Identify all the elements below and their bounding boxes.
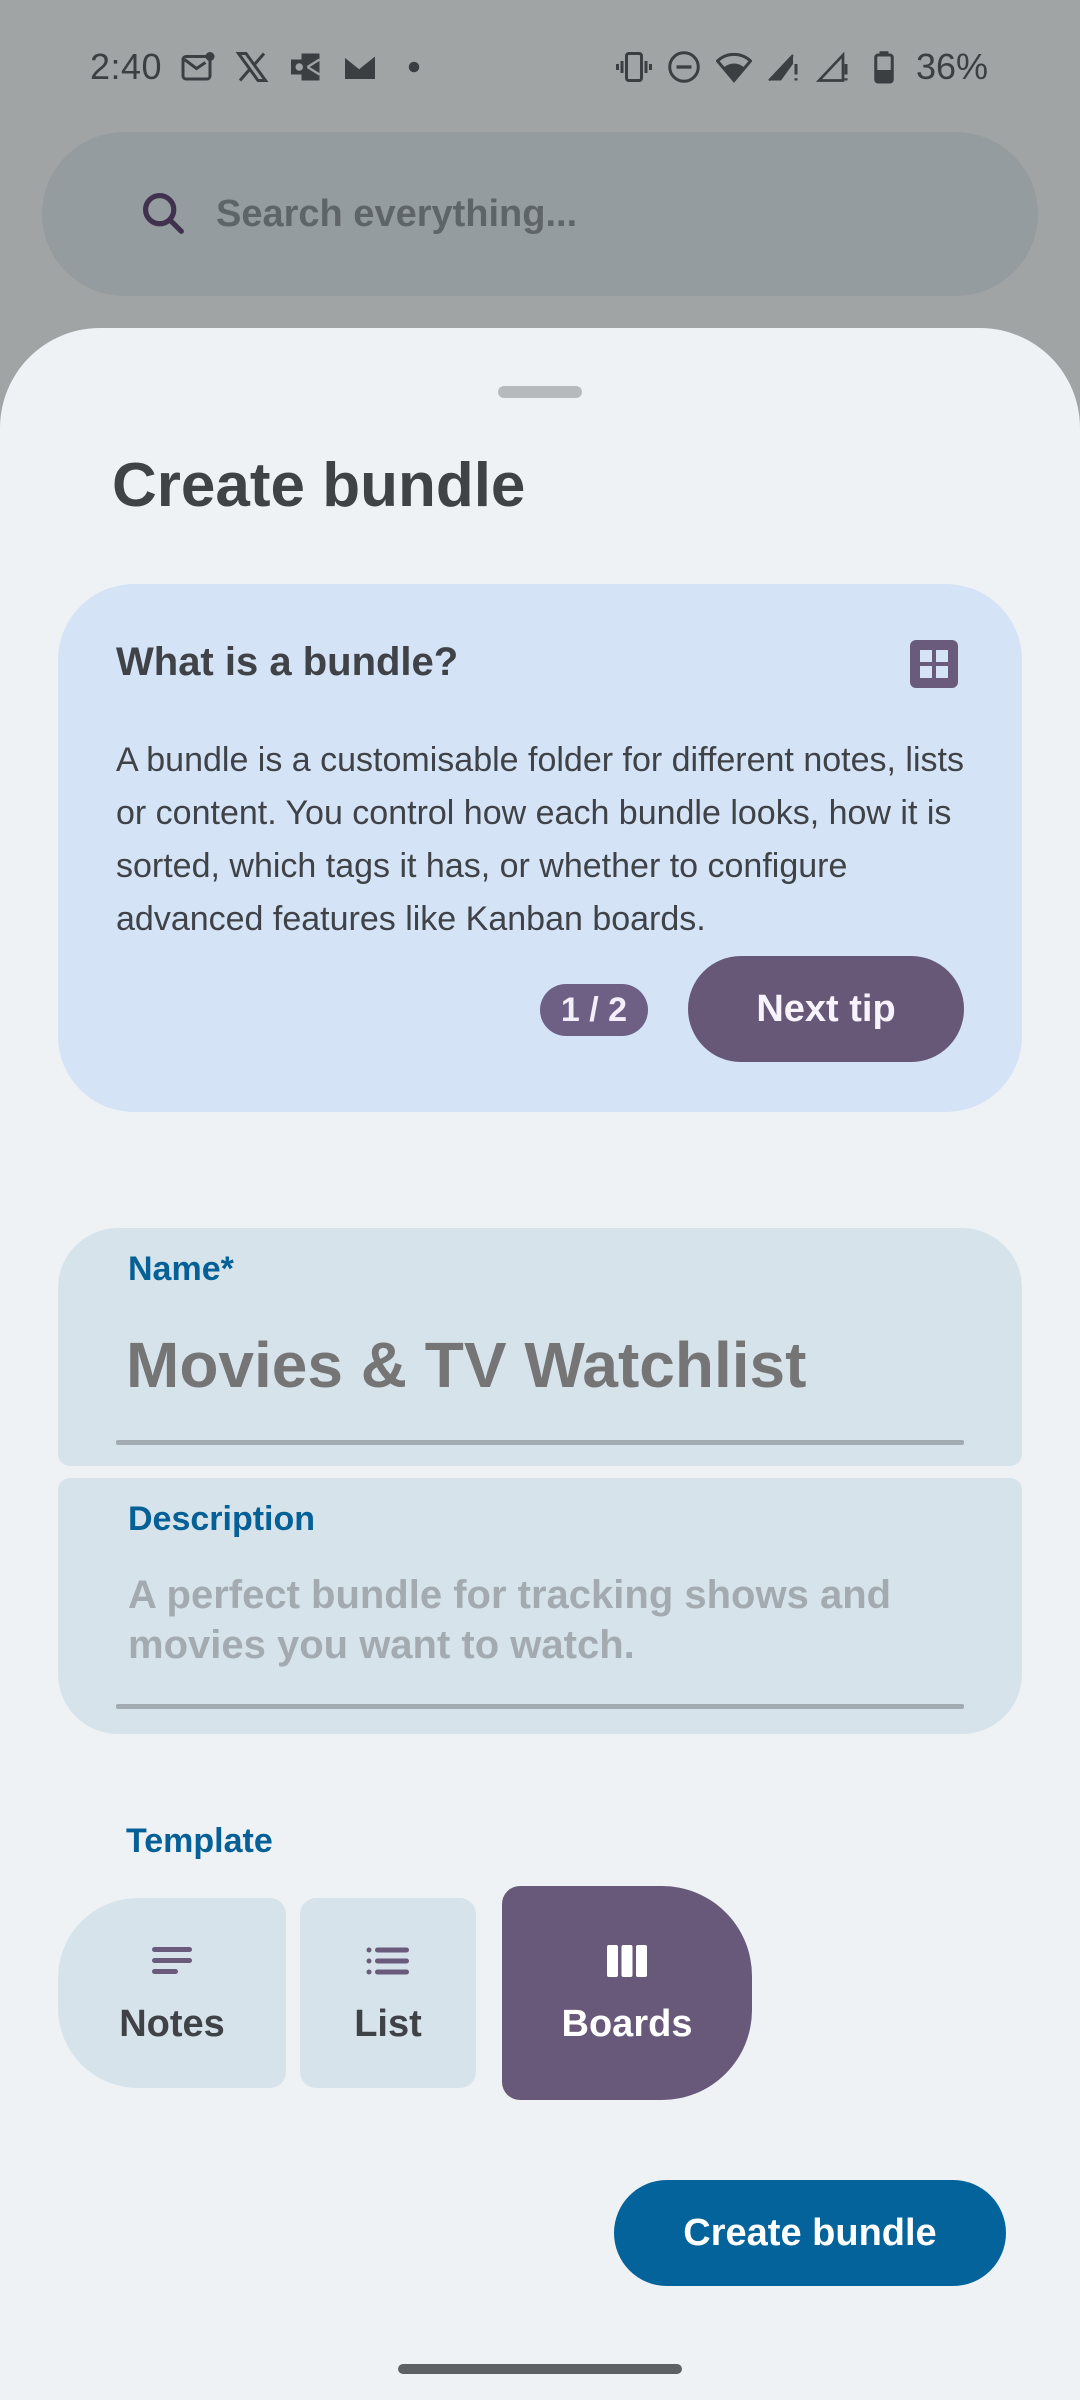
battery-icon: [866, 49, 902, 85]
signal-sim2-icon: [815, 49, 852, 85]
template-option-notes[interactable]: Notes: [58, 1898, 286, 2088]
list-icon: [364, 1941, 412, 1981]
tip-body: A bundle is a customisable folder for di…: [116, 741, 964, 938]
template-option-list[interactable]: List: [300, 1898, 476, 2088]
boards-icon: [603, 1941, 651, 1981]
tip-counter-badge: 1 / 2: [540, 984, 648, 1036]
mail-notification-icon: [180, 49, 216, 85]
status-bar-left: 2:40: [90, 42, 432, 92]
do-not-disturb-icon: [666, 49, 702, 85]
status-bar: 2:40 36%: [0, 0, 1080, 135]
x-twitter-icon: [234, 49, 270, 85]
outlook-icon: [288, 49, 324, 85]
drag-handle[interactable]: [498, 386, 582, 398]
search-bar[interactable]: Search everything...: [42, 132, 1038, 296]
template-option-label: List: [354, 2002, 422, 2045]
description-field-underline: [116, 1704, 964, 1709]
grid-icon: [910, 640, 958, 688]
template-label: Template: [126, 1822, 273, 1860]
more-dot-icon: [396, 49, 432, 85]
name-input[interactable]: [126, 1328, 956, 1402]
tip-title: What is a bundle?: [116, 640, 459, 684]
search-icon: [138, 188, 190, 240]
signal-sim1-icon: [766, 49, 802, 85]
template-option-label: Notes: [119, 2002, 225, 2045]
notes-icon: [148, 1941, 196, 1981]
tip-card: What is a bundle? A bundle is a customis…: [58, 584, 1022, 1112]
name-field[interactable]: Name*: [58, 1228, 1022, 1466]
wifi-icon: [715, 49, 752, 85]
create-bundle-button[interactable]: Create bundle: [614, 2180, 1006, 2286]
sheet-title: Create bundle: [112, 451, 526, 520]
next-tip-button[interactable]: Next tip: [688, 956, 964, 1062]
name-field-label: Name*: [128, 1250, 234, 1288]
description-field[interactable]: Description A perfect bundle for trackin…: [58, 1478, 1022, 1734]
description-field-label: Description: [128, 1500, 316, 1538]
home-indicator[interactable]: [398, 2364, 682, 2374]
search-placeholder: Search everything...: [216, 192, 578, 235]
status-time: 2:40: [90, 46, 163, 87]
gmail-icon: [342, 49, 378, 85]
description-input[interactable]: A perfect bundle for tracking shows and …: [128, 1570, 968, 1670]
vibrate-icon: [615, 49, 652, 85]
template-option-boards[interactable]: Boards: [502, 1886, 752, 2100]
battery-percent: 36%: [915, 46, 988, 87]
template-option-label: Boards: [561, 2002, 693, 2045]
status-bar-right: 36%: [615, 42, 988, 92]
name-field-underline: [116, 1440, 964, 1445]
